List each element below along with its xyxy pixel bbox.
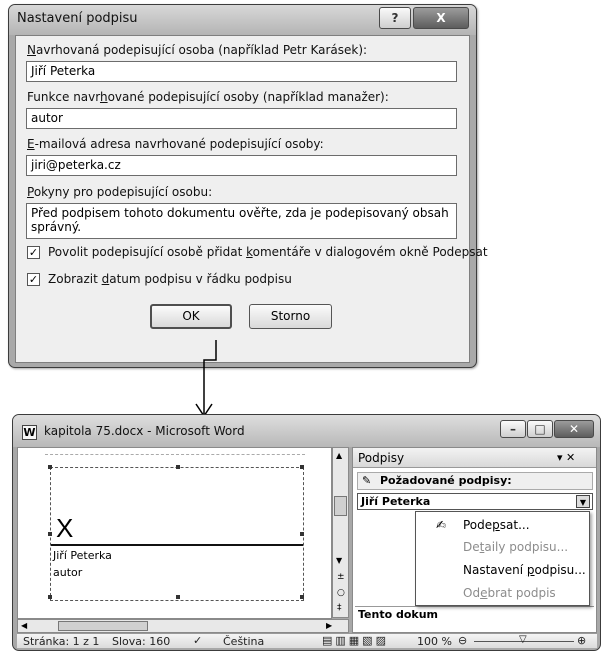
window-close-button[interactable]: ✕ [554, 420, 594, 438]
signature-line-object[interactable]: X Jiří Peterka autor [48, 465, 304, 601]
page-margin-guide [45, 454, 305, 455]
resize-handle[interactable] [300, 532, 304, 536]
resize-handle[interactable] [176, 465, 180, 469]
resize-handle[interactable] [48, 532, 52, 536]
pane-footer-text: Tento dokum [358, 608, 439, 621]
scroll-right-icon[interactable]: ▶ [326, 621, 332, 630]
maximize-button[interactable]: □ [527, 420, 553, 438]
maximize-icon: □ [534, 422, 546, 436]
pane-title: Podpisy [358, 451, 405, 465]
zoom-in-icon[interactable]: ⊕ [577, 634, 586, 647]
horizontal-scrollbar[interactable]: ◀ ▶ [17, 619, 349, 633]
browse-object-icon[interactable]: ○ [337, 588, 345, 598]
vertical-scrollbar[interactable]: ▲ ▼ ± ○ ‡ [332, 447, 349, 618]
menu-item-signature-details[interactable]: Detaily podpisu... [418, 537, 587, 557]
menu-item-sign[interactable]: ✍ Podepsat... [418, 515, 587, 535]
required-signatures-header: ✎ Požadované podpisy: [357, 472, 593, 490]
menu-item-remove-signature[interactable]: Odebrat podpis [418, 583, 587, 603]
previous-page-icon[interactable]: ± [337, 572, 345, 582]
signature-context-menu: ✍ Podepsat... Detaily podpisu... Nastave… [415, 511, 590, 606]
word-titlebar[interactable]: W kapitola 75.docx - Microsoft Word – □ … [13, 415, 600, 447]
close-icon: ✕ [568, 422, 580, 436]
scroll-left-icon[interactable]: ◀ [21, 621, 27, 630]
word-app-icon: W [22, 425, 37, 440]
minimize-button[interactable]: – [500, 420, 526, 438]
scroll-up-icon[interactable]: ▲ [336, 451, 342, 460]
horizontal-scroll-thumb[interactable] [58, 621, 148, 631]
menu-item-signature-setup[interactable]: Nastavení podpisu... [418, 560, 587, 580]
vertical-scroll-thumb[interactable] [334, 496, 347, 516]
status-bar: Stránka: 1 z 1 Slova: 160 ✓ Čeština ▤▥▦▧… [17, 633, 597, 648]
resize-handle[interactable] [300, 595, 304, 599]
zoom-level[interactable]: 100 % [417, 635, 452, 648]
zoom-slider-thumb[interactable]: ▽ [519, 634, 527, 645]
word-window-title: kapitola 75.docx - Microsoft Word [44, 424, 245, 438]
scroll-down-icon[interactable]: ▼ [336, 556, 342, 565]
required-signatures-label: Požadované podpisy: [380, 474, 512, 487]
signature-rule [51, 544, 303, 546]
language-indicator[interactable]: Čeština [223, 635, 264, 648]
chevron-down-icon[interactable]: ▼ [576, 495, 590, 508]
pane-header: Podpisy ▾ ✕ [353, 448, 596, 468]
signature-name: Jiří Peterka [53, 549, 112, 562]
signature-icon: ✎ [362, 474, 372, 487]
resize-handle[interactable] [300, 465, 304, 469]
signature-role: autor [53, 566, 83, 579]
minimize-icon: – [510, 422, 516, 436]
pane-footer: Tento dokum [355, 606, 594, 621]
signer-row-label: Jiří Peterka [361, 495, 431, 508]
signer-row[interactable]: Jiří Peterka ▼ [357, 493, 593, 510]
signature-x-mark: X [56, 513, 74, 543]
proofing-icon[interactable]: ✓ [193, 634, 202, 647]
resize-handle[interactable] [48, 595, 52, 599]
signature-icon: ✍ [436, 518, 447, 532]
page-counter[interactable]: Stránka: 1 z 1 [23, 635, 99, 648]
next-page-icon[interactable]: ‡ [337, 603, 342, 613]
resize-handle[interactable] [48, 465, 52, 469]
resize-handle[interactable] [176, 595, 180, 599]
zoom-out-icon[interactable]: ⊖ [458, 634, 467, 647]
pane-close-icon[interactable]: ▾ ✕ [557, 451, 575, 464]
word-count[interactable]: Slova: 160 [112, 635, 170, 648]
view-buttons-icon[interactable]: ▤▥▦▧▨ [322, 634, 389, 647]
